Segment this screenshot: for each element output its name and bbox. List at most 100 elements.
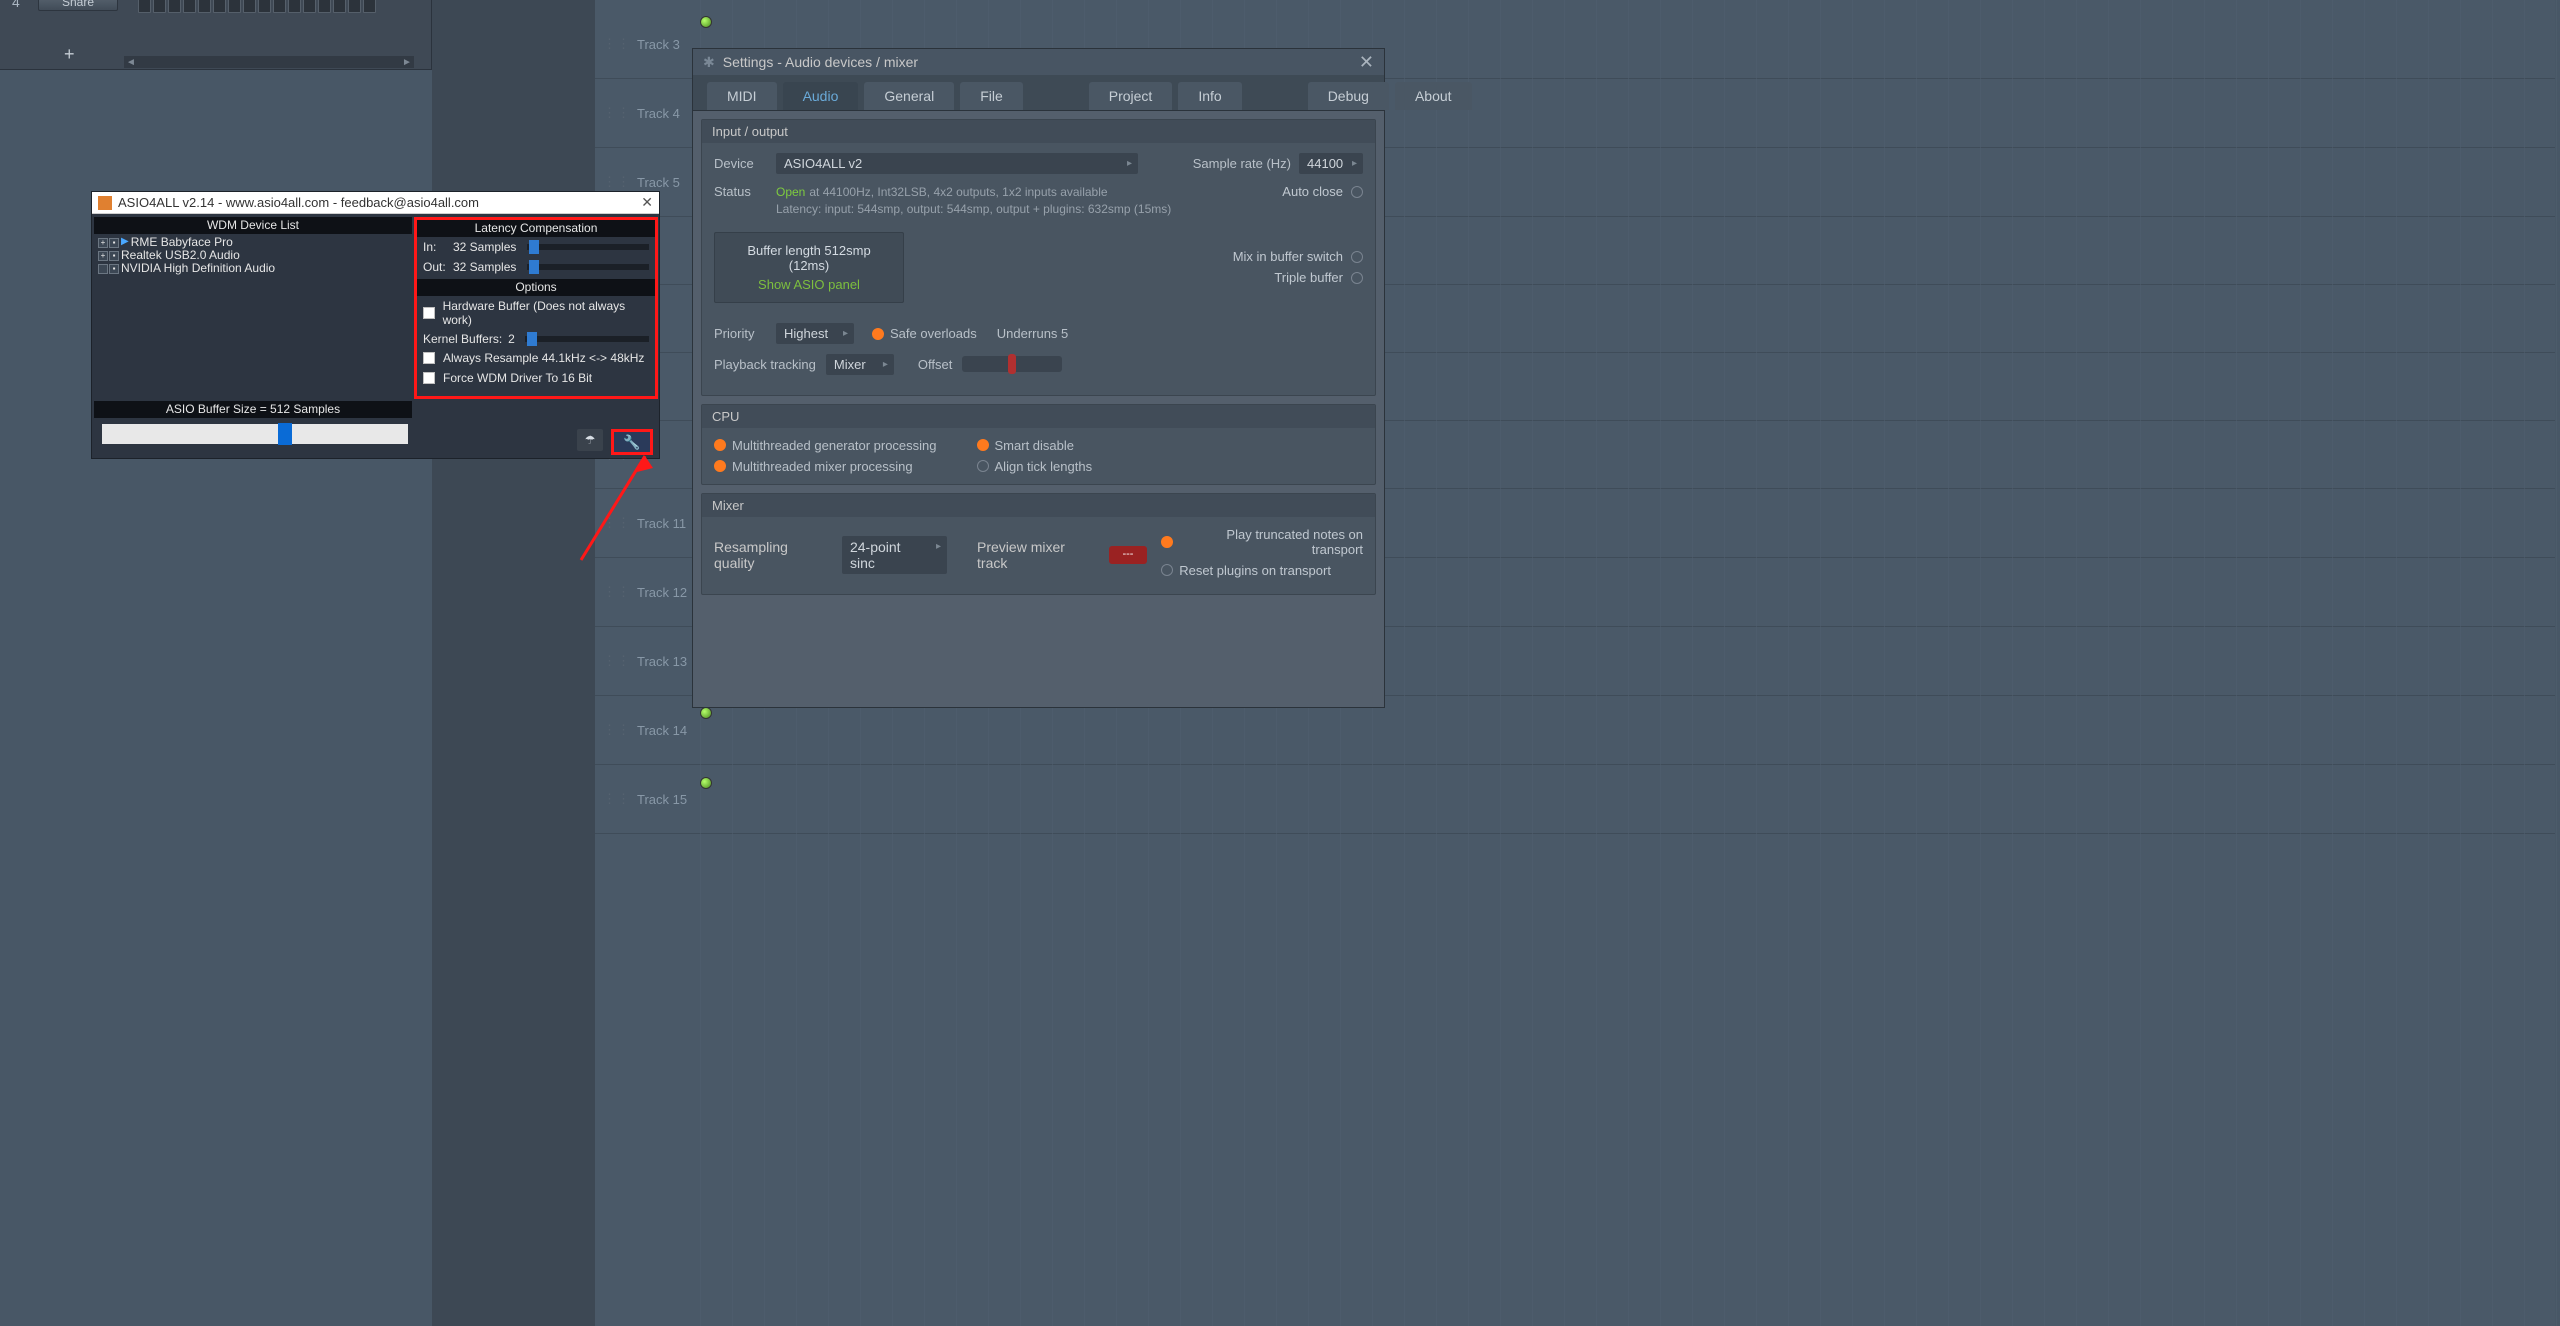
drag-handle-icon[interactable]: ⋮⋮ — [603, 36, 631, 52]
tab-midi[interactable]: MIDI — [707, 82, 777, 110]
add-channel-button[interactable]: + — [64, 44, 75, 65]
status-open: Open — [776, 185, 805, 199]
kernel-buffers-slider[interactable] — [525, 336, 649, 342]
track-label: Track 12 — [637, 585, 687, 600]
marker-icon[interactable] — [700, 16, 712, 28]
reset-plugins-toggle[interactable] — [1161, 564, 1173, 576]
close-icon[interactable]: ✕ — [1359, 52, 1374, 73]
triple-buffer-label: Triple buffer — [1274, 270, 1343, 285]
auto-close-toggle[interactable] — [1351, 186, 1363, 198]
resampling-dropdown[interactable]: 24-point sinc▸ — [842, 536, 947, 574]
enable-icon[interactable]: ▪ — [109, 264, 119, 274]
step-cell[interactable] — [198, 0, 211, 13]
step-cell[interactable] — [213, 0, 226, 13]
play-truncated-toggle[interactable] — [1161, 536, 1173, 548]
status-line1: at 44100Hz, Int32LSB, 4x2 outputs, 1x2 i… — [809, 185, 1107, 199]
device-row[interactable]: +▪▶RME Babyface Pro — [98, 236, 408, 249]
section-io: Input / output Device ASIO4ALL v2▸ Sampl… — [701, 119, 1376, 396]
drag-handle-icon[interactable]: ⋮⋮ — [603, 722, 631, 738]
device-name: RME Babyface Pro — [131, 236, 233, 249]
offset-slider[interactable] — [962, 356, 1062, 372]
advanced-mode-button[interactable]: 🔧 — [611, 429, 653, 455]
scroll-right-icon[interactable]: ► — [400, 56, 414, 68]
buffer-header: ASIO Buffer Size = 512 Samples — [94, 401, 412, 418]
buffer-size-slider[interactable] — [102, 424, 408, 444]
tab-audio[interactable]: Audio — [783, 82, 859, 110]
expand-icon[interactable] — [98, 264, 108, 274]
force-wdm-checkbox[interactable] — [423, 372, 435, 384]
priority-dropdown[interactable]: Highest▸ — [776, 323, 854, 344]
drag-handle-icon[interactable]: ⋮⋮ — [603, 515, 631, 531]
tab-about[interactable]: About — [1395, 82, 1472, 110]
tab-general[interactable]: General — [864, 82, 954, 110]
drag-handle-icon[interactable]: ⋮⋮ — [603, 791, 631, 807]
enable-icon[interactable]: ▪ — [109, 238, 119, 248]
hw-buffer-label: Hardware Buffer (Does not always work) — [443, 299, 649, 327]
step-cell[interactable] — [153, 0, 166, 13]
step-cell[interactable] — [363, 0, 376, 13]
drag-handle-icon[interactable]: ⋮⋮ — [603, 653, 631, 669]
scrollbar-horizontal[interactable]: ◄ ► — [124, 56, 414, 68]
step-cell[interactable] — [183, 0, 196, 13]
slider-thumb[interactable] — [527, 332, 537, 346]
tab-info[interactable]: Info — [1178, 82, 1241, 110]
preview-track-button[interactable]: --- — [1109, 546, 1148, 564]
mt-mixer-toggle[interactable] — [714, 460, 726, 472]
step-cell[interactable] — [303, 0, 316, 13]
smart-disable-label: Smart disable — [995, 438, 1074, 453]
device-row[interactable]: +▪Realtek USB2.0 Audio — [98, 249, 408, 262]
asio-titlebar[interactable]: ASIO4ALL v2.14 - www.asio4all.com - feed… — [92, 192, 659, 214]
marker-icon[interactable] — [700, 707, 712, 719]
expand-icon[interactable]: + — [98, 238, 108, 248]
step-cell[interactable] — [333, 0, 346, 13]
always-resample-checkbox[interactable] — [423, 352, 435, 364]
tab-debug[interactable]: Debug — [1308, 82, 1389, 110]
latency-panel: Latency Compensation In:32 Samples Out:3… — [414, 217, 658, 399]
close-icon[interactable]: ✕ — [641, 194, 653, 211]
align-tick-toggle[interactable] — [977, 460, 989, 472]
out-latency-slider[interactable] — [527, 264, 649, 270]
step-cell[interactable] — [258, 0, 271, 13]
reset-plugins-label: Reset plugins on transport — [1179, 563, 1331, 578]
tab-project[interactable]: Project — [1089, 82, 1173, 110]
expand-icon[interactable]: + — [98, 251, 108, 261]
marker-icon[interactable] — [700, 777, 712, 789]
status-label: Status — [714, 184, 776, 199]
smart-disable-toggle[interactable] — [977, 439, 989, 451]
out-label: Out: — [423, 260, 453, 274]
channel-button[interactable]: Snare — [38, 0, 118, 11]
drag-handle-icon[interactable]: ⋮⋮ — [603, 584, 631, 600]
always-resample-label: Always Resample 44.1kHz <-> 48kHz — [443, 351, 644, 365]
slider-thumb[interactable] — [529, 260, 539, 274]
step-cell[interactable] — [243, 0, 256, 13]
step-cell[interactable] — [318, 0, 331, 13]
sample-rate-dropdown[interactable]: 44100▸ — [1299, 153, 1363, 174]
enable-icon[interactable]: ▪ — [109, 251, 119, 261]
safe-overloads-toggle[interactable] — [872, 328, 884, 340]
mix-in-buffer-toggle[interactable] — [1351, 251, 1363, 263]
show-asio-panel-link[interactable]: Show ASIO panel — [729, 277, 889, 292]
step-cell[interactable] — [168, 0, 181, 13]
scroll-left-icon[interactable]: ◄ — [124, 56, 138, 68]
step-cell[interactable] — [273, 0, 286, 13]
track-row[interactable]: ⋮⋮Track 15 — [595, 765, 2555, 834]
parachute-icon[interactable]: ☂ — [577, 429, 603, 451]
device-row[interactable]: ▪NVIDIA High Definition Audio — [98, 262, 408, 275]
slider-thumb[interactable] — [529, 240, 539, 254]
mt-gen-toggle[interactable] — [714, 439, 726, 451]
slider-knob[interactable] — [1008, 354, 1016, 374]
step-cell[interactable] — [288, 0, 301, 13]
hw-buffer-checkbox[interactable] — [423, 307, 435, 319]
settings-titlebar[interactable]: ✱ Settings - Audio devices / mixer ✕ — [693, 49, 1384, 75]
slider-thumb[interactable] — [278, 423, 292, 445]
in-latency-slider[interactable] — [527, 244, 649, 250]
step-cell[interactable] — [138, 0, 151, 13]
tab-file[interactable]: File — [960, 82, 1023, 110]
step-cell[interactable] — [348, 0, 361, 13]
device-dropdown[interactable]: ASIO4ALL v2▸ — [776, 153, 1138, 174]
drag-handle-icon[interactable]: ⋮⋮ — [603, 174, 631, 190]
playback-tracking-dropdown[interactable]: Mixer▸ — [826, 354, 894, 375]
triple-buffer-toggle[interactable] — [1351, 272, 1363, 284]
drag-handle-icon[interactable]: ⋮⋮ — [603, 105, 631, 121]
step-cell[interactable] — [228, 0, 241, 13]
